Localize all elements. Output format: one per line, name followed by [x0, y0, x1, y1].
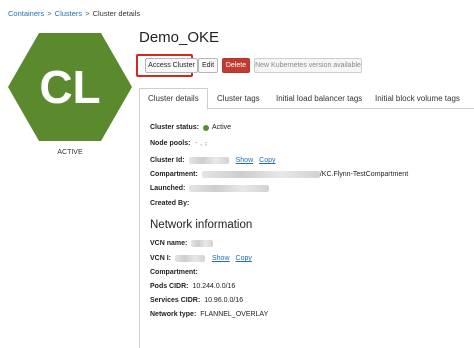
compartment-row: Compartment: /KC.Flynn-TestCompartment	[150, 171, 408, 178]
compartment-path-redacted	[201, 171, 320, 178]
status-dot-icon	[203, 124, 210, 131]
delete-button[interactable]: Delete	[222, 58, 250, 73]
network-type-row: Network type: FLANNEL_OVERLAY	[150, 311, 268, 318]
breadcrumb-current: Cluster details	[92, 9, 141, 18]
page-title: Demo_OKE	[139, 29, 220, 46]
cluster-status-value: Active	[212, 124, 232, 131]
services-cidr-label: Services CIDR:	[150, 297, 201, 304]
vcn-name-row: VCN name:	[150, 240, 217, 247]
network-section-title: Network information	[150, 219, 253, 231]
tab-cluster-tags[interactable]: Cluster tags	[217, 94, 260, 103]
services-cidr-row: Services CIDR: 10.96.0.0/16	[150, 297, 243, 304]
cluster-badge: CL	[8, 33, 132, 141]
network-compartment-row: Compartment:	[150, 269, 198, 276]
breadcrumb: Containers > Clusters > Cluster details	[8, 9, 140, 18]
pods-cidr-value: 10.244.0.0/16	[192, 283, 236, 290]
tab-load-balancer-tags[interactable]: Initial load balancer tags	[276, 94, 362, 103]
launched-row: Launched:	[150, 185, 273, 192]
cluster-state-label: ACTIVE	[57, 149, 83, 156]
breadcrumb-clusters-link[interactable]: Clusters	[55, 9, 83, 18]
compartment-value: /KC.Flynn-TestCompartment	[319, 171, 409, 178]
cluster-id-label: Cluster Id:	[150, 157, 185, 164]
network-type-value: FLANNEL_OVERLAY	[200, 311, 269, 318]
compartment-label: Compartment:	[150, 171, 198, 178]
network-type-label: Network type:	[150, 311, 197, 318]
cluster-details-panel: Cluster status: Active Node pools: ⠂⠄⠆ C…	[139, 109, 474, 348]
tab-block-volume-tags[interactable]: Initial block volume tags	[375, 94, 460, 103]
vcn-name-redacted	[191, 240, 214, 247]
created-by-row: Created By:	[150, 200, 189, 207]
services-cidr-value: 10.96.0.0/16	[204, 297, 244, 304]
vcn-id-label: VCN I:	[150, 255, 171, 262]
cluster-id-redacted	[188, 157, 229, 164]
cluster-id-row: Cluster Id: Show Copy	[150, 157, 275, 164]
pods-cidr-row: Pods CIDR: 10.244.0.0/16	[150, 283, 235, 290]
kubernetes-upgrade-button[interactable]: New Kubernetes version available	[254, 58, 362, 73]
edit-button[interactable]: Edit	[198, 58, 218, 73]
loading-spinner-icon: ⠂⠄⠆	[194, 139, 210, 148]
tab-cluster-details[interactable]: Cluster details	[139, 88, 208, 110]
cluster-status-row: Cluster status: Active	[150, 124, 231, 131]
vcn-id-copy-link[interactable]: Copy	[236, 255, 252, 262]
launched-redacted	[189, 185, 270, 192]
launched-label: Launched:	[150, 185, 186, 192]
breadcrumb-separator: >	[47, 9, 52, 18]
vcn-id-show-link[interactable]: Show	[212, 255, 230, 262]
network-compartment-label: Compartment:	[150, 269, 198, 276]
access-cluster-button[interactable]: Access Cluster	[145, 58, 198, 73]
created-by-label: Created By:	[150, 200, 190, 207]
vcn-id-row: VCN I: Show Copy	[150, 255, 252, 262]
pods-cidr-label: Pods CIDR:	[150, 283, 189, 290]
vcn-name-label: VCN name:	[150, 240, 188, 247]
breadcrumb-separator: >	[85, 9, 90, 18]
cluster-initials: CL	[39, 61, 100, 113]
breadcrumb-containers-link[interactable]: Containers	[8, 9, 44, 18]
node-pools-row: Node pools: ⠂⠄⠆	[150, 139, 210, 148]
tab-bar: Cluster details Cluster tags Initial loa…	[139, 88, 474, 110]
cluster-status-label: Cluster status:	[150, 124, 200, 131]
node-pools-label: Node pools:	[150, 140, 191, 147]
cluster-hexagon-icon: CL	[8, 33, 132, 141]
cluster-id-copy-link[interactable]: Copy	[259, 157, 275, 164]
cluster-id-show-link[interactable]: Show	[236, 157, 254, 164]
vcn-id-redacted	[175, 255, 205, 262]
